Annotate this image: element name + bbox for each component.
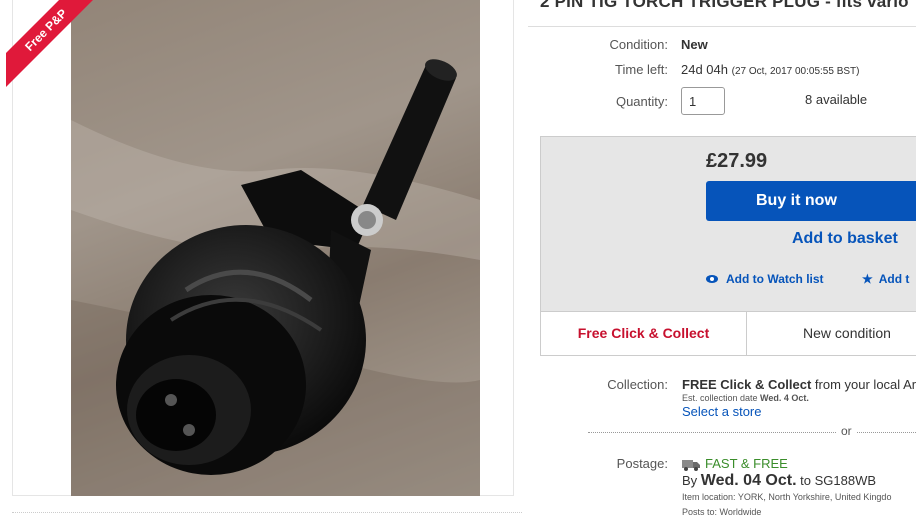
- fast-free-label: FAST & FREE: [705, 456, 788, 471]
- time-left-value: 24d 04h (27 Oct, 2017 00:05:55 BST): [681, 62, 859, 77]
- condition-value: New: [681, 37, 708, 52]
- select-store-link[interactable]: Select a store: [682, 404, 762, 419]
- add-to-watch-list-link[interactable]: Add to Watch list: [706, 272, 824, 286]
- collection-estimate-date: Wed. 4 Oct.: [760, 393, 809, 403]
- available-count: 8 available: [805, 92, 868, 107]
- tab-free-click-collect[interactable]: Free Click & Collect: [541, 312, 747, 355]
- fulfilment-tabs: Free Click & Collect New condition: [540, 311, 916, 356]
- free-postage-badge: Free P&P: [6, 0, 96, 88]
- delivery-postcode: to SG188WB: [796, 473, 877, 488]
- time-left-end-date: (27 Oct, 2017 00:05:55 BST): [731, 66, 860, 77]
- add-to-basket-button[interactable]: Add to basket: [792, 230, 898, 248]
- quantity-input[interactable]: [681, 87, 725, 115]
- add-to-collection-link[interactable]: ★ Add t: [862, 272, 909, 286]
- collection-label: Collection:: [607, 377, 668, 392]
- collection-line: FREE Click & Collect from your local Ar: [682, 377, 916, 392]
- tab-new-condition[interactable]: New condition: [747, 312, 916, 355]
- truck-icon: [682, 458, 700, 471]
- add-to-collection-label: Add t: [878, 272, 910, 286]
- product-photo[interactable]: [71, 0, 480, 496]
- collection-estimate-prefix: Est. collection date: [682, 393, 761, 403]
- title-divider: [528, 26, 916, 27]
- time-left-label: Time left:: [615, 62, 668, 77]
- time-left-countdown: 24d 04h: [681, 62, 728, 77]
- star-icon: ★: [862, 272, 873, 286]
- postage-label: Postage:: [616, 456, 668, 471]
- delivery-date: Wed. 04 Oct.: [700, 472, 797, 489]
- collection-estimate: Est. collection date Wed. 4 Oct.: [682, 393, 809, 403]
- eye-icon: [706, 272, 718, 286]
- delivery-by: By: [682, 473, 701, 488]
- collection-rest-text: from your local Ar: [811, 377, 916, 392]
- posts-to: Posts to: Worldwide: [682, 507, 762, 517]
- or-divider: [588, 432, 916, 433]
- free-postage-ribbon: Free P&P: [6, 0, 96, 90]
- condition-label: Condition:: [609, 37, 668, 52]
- or-text: or: [836, 424, 857, 438]
- delivery-estimate: By Wed. 04 Oct. to SG188WB: [682, 472, 876, 490]
- watch-list-label: Add to Watch list: [726, 272, 824, 286]
- quantity-label: Quantity:: [615, 94, 668, 109]
- collection-free-text: FREE Click & Collect: [682, 377, 812, 392]
- listing-title: 2 PIN TIG TORCH TRIGGER PLUG - fits vari…: [540, 0, 909, 11]
- item-location: Item location: YORK, North Yorkshire, Un…: [682, 492, 892, 502]
- price: £27.99: [706, 150, 768, 172]
- buy-it-now-button[interactable]: Buy it now: [706, 181, 916, 221]
- divider: [12, 512, 522, 513]
